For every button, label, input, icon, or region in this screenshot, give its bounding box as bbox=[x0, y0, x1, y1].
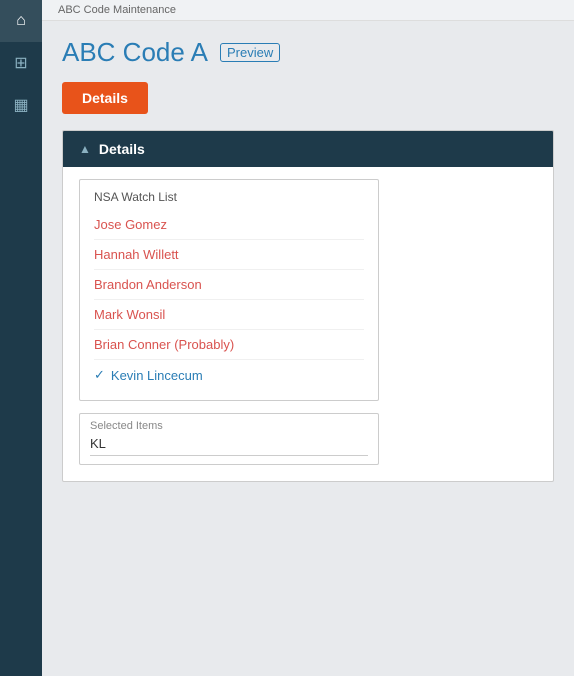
sidebar-grid-icon[interactable]: ⊞ bbox=[0, 42, 42, 84]
item-name: Jose Gomez bbox=[94, 217, 167, 232]
list-item[interactable]: Brian Conner (Probably) bbox=[94, 330, 364, 360]
item-name: Mark Wonsil bbox=[94, 307, 165, 322]
watch-list-box: NSA Watch List Jose Gomez Hannah Willett… bbox=[79, 179, 379, 401]
page-title-row: ABC Code A Preview bbox=[62, 37, 554, 68]
selected-items-box: Selected Items KL bbox=[79, 413, 379, 465]
list-item[interactable]: Mark Wonsil bbox=[94, 300, 364, 330]
selected-items-label: Selected Items bbox=[90, 420, 368, 432]
section-body: NSA Watch List Jose Gomez Hannah Willett… bbox=[63, 167, 553, 481]
sidebar-home-icon[interactable]: ⌂ bbox=[0, 0, 42, 42]
section-header-label: Details bbox=[99, 141, 145, 157]
item-name: Brian Conner (Probably) bbox=[94, 337, 234, 352]
page-title: ABC Code A bbox=[62, 37, 208, 68]
list-item[interactable]: Brandon Anderson bbox=[94, 270, 364, 300]
item-name: Hannah Willett bbox=[94, 247, 179, 262]
selected-items-value: KL bbox=[90, 436, 368, 456]
page-content: ABC Code A Preview Details ▲ Details NSA… bbox=[42, 21, 574, 676]
item-name: Kevin Lincecum bbox=[111, 368, 203, 383]
sidebar-table-icon[interactable]: ▦ bbox=[0, 84, 42, 126]
item-name: Brandon Anderson bbox=[94, 277, 202, 292]
details-button[interactable]: Details bbox=[62, 82, 148, 114]
breadcrumb: ABC Code Maintenance bbox=[42, 0, 574, 21]
sidebar: ⌂ ⊞ ▦ bbox=[0, 0, 42, 676]
preview-badge: Preview bbox=[220, 43, 280, 62]
list-item[interactable]: Hannah Willett bbox=[94, 240, 364, 270]
check-icon: ✓ bbox=[94, 367, 105, 383]
section-header: ▲ Details bbox=[63, 131, 553, 167]
list-item-selected[interactable]: ✓ Kevin Lincecum bbox=[94, 360, 364, 390]
watch-list-title: NSA Watch List bbox=[94, 190, 364, 204]
details-section: ▲ Details NSA Watch List Jose Gomez Hann… bbox=[62, 130, 554, 482]
list-item[interactable]: Jose Gomez bbox=[94, 210, 364, 240]
chevron-icon: ▲ bbox=[79, 142, 91, 156]
main-content: ABC Code Maintenance ABC Code A Preview … bbox=[42, 0, 574, 676]
